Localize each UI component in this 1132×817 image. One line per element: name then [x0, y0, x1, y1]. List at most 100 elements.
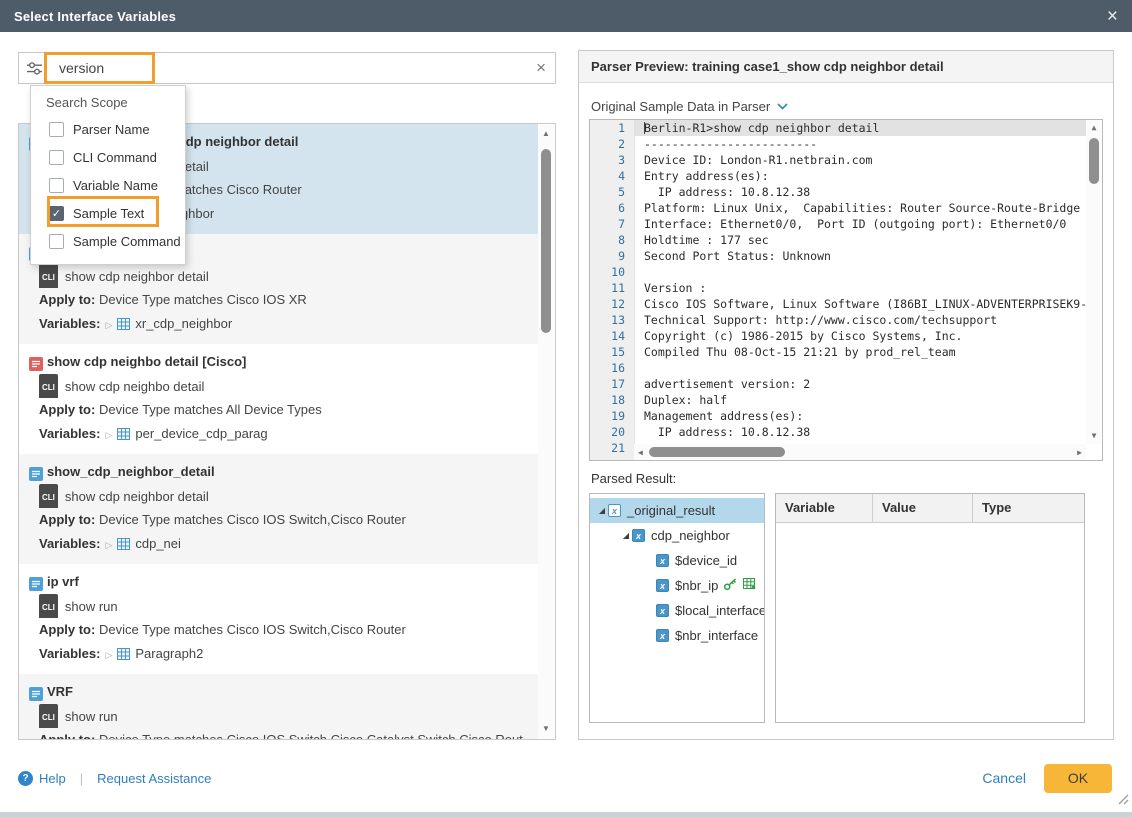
scroll-down-icon[interactable]: ▼: [538, 724, 554, 734]
code-hscroll-thumb[interactable]: [649, 447, 785, 457]
scroll-right-icon[interactable]: ▶: [1077, 448, 1082, 457]
cli-command: show run: [65, 709, 118, 724]
search-value: version: [59, 60, 104, 76]
code-text: Platform: Linux Unix, Capabilities: Rout…: [634, 200, 1102, 216]
tree-expanded-icon[interactable]: ◢: [620, 531, 632, 540]
tree-node-local-interface[interactable]: x $local_interface: [590, 598, 764, 623]
search-input[interactable]: version ×: [18, 52, 556, 84]
variable-table: VariableValueType: [775, 493, 1085, 723]
tree-node-original-result[interactable]: ◢x_original_result: [590, 498, 764, 523]
code-text: IP address: 10.8.12.38: [634, 184, 1102, 200]
tree-node-nbr-interface[interactable]: x $nbr_interface: [590, 623, 764, 648]
help-link[interactable]: Help: [39, 771, 66, 786]
line-number: 4: [590, 168, 634, 184]
line-number: 17: [590, 376, 634, 392]
scope-option-parser-name[interactable]: Parser Name: [31, 115, 185, 143]
code-line: 17advertisement version: 2: [590, 376, 1102, 392]
scroll-left-icon[interactable]: ◀: [638, 448, 643, 457]
request-assistance-link[interactable]: Request Assistance: [97, 771, 211, 786]
tree-node-nbr-ip[interactable]: x$nbr_ip: [590, 573, 764, 598]
scroll-up-icon[interactable]: ▲: [538, 129, 554, 139]
variable-icon: x: [656, 554, 669, 567]
apply-to-label: Apply to:: [39, 622, 95, 637]
column-header-variable: Variable: [776, 494, 873, 522]
help-icon[interactable]: ?: [18, 771, 33, 786]
cli-command: show cdp neighbor detail: [65, 269, 209, 284]
resize-grip-icon[interactable]: [1118, 792, 1129, 810]
list-scrollbar[interactable]: ▲ ▼: [538, 125, 554, 738]
scope-option-sample-command[interactable]: Sample Command: [31, 227, 185, 255]
dialog-title: Select Interface Variables: [14, 9, 176, 24]
line-number: 11: [590, 280, 634, 296]
scrollbar-corner: [1086, 444, 1102, 460]
checkbox-checked-icon[interactable]: ✓: [49, 206, 64, 221]
checkbox-icon[interactable]: [49, 178, 64, 193]
dialog-titlebar: Select Interface Variables ×: [0, 0, 1132, 32]
tree-expanded-icon[interactable]: ◢: [596, 506, 608, 515]
code-line: 2-------------------------: [590, 136, 1102, 152]
cli-command: show cdp neighbo detail: [65, 379, 205, 394]
code-line: 13Technical Support: http://www.cisco.co…: [590, 312, 1102, 328]
code-text: [634, 360, 1102, 376]
code-line: 4Entry address(es):: [590, 168, 1102, 184]
scroll-up-icon[interactable]: ▲: [1086, 123, 1102, 133]
tree-node-device-id[interactable]: x $device_id: [590, 548, 764, 573]
parser-item-vrf[interactable]: VRFCLIshow runApply to: Device Type matc…: [19, 674, 538, 740]
scroll-down-icon[interactable]: ▼: [1086, 431, 1102, 441]
variables-label: Variables:: [39, 646, 100, 661]
checkbox-icon[interactable]: [49, 122, 64, 137]
tree-node-label: $device_id: [675, 553, 737, 568]
expand-arrow-icon[interactable]: ▷: [105, 540, 112, 550]
filter-icon[interactable]: [26, 61, 43, 76]
sample-data-toggle[interactable]: Original Sample Data in Parser: [591, 99, 788, 114]
search-scope-title: Search Scope: [31, 86, 185, 115]
variable-icon: x: [656, 629, 669, 642]
code-line: 5 IP address: 10.8.12.38: [590, 184, 1102, 200]
clear-search-icon[interactable]: ×: [536, 58, 546, 78]
code-line: 18Duplex: half: [590, 392, 1102, 408]
expand-arrow-icon[interactable]: ▷: [105, 430, 112, 440]
code-vscroll-thumb[interactable]: [1089, 138, 1099, 184]
expand-arrow-icon[interactable]: ▷: [105, 320, 112, 330]
column-header-type: Type: [973, 494, 1084, 522]
code-line: 1Berlin-R1>show cdp neighbor detail: [590, 120, 1102, 136]
cancel-button[interactable]: Cancel: [982, 764, 1026, 793]
line-number: 1: [590, 120, 634, 136]
variables-label: Variables:: [39, 316, 100, 331]
scope-option-variable-name[interactable]: Variable Name: [31, 171, 185, 199]
code-text: Second Port Status: Unknown: [634, 248, 1102, 264]
list-scrollbar-thumb[interactable]: [541, 149, 551, 333]
tree-node-label: $nbr_interface: [675, 628, 758, 643]
line-number: 10: [590, 264, 634, 280]
variable-icon: x: [656, 604, 669, 617]
expand-arrow-icon[interactable]: ▷: [105, 650, 112, 660]
ok-button[interactable]: OK: [1044, 764, 1112, 793]
parser-item-show-cdp-neighbor-detail[interactable]: show_cdp_neighbor_detailCLIshow cdp neig…: [19, 454, 538, 564]
line-number: 5: [590, 184, 634, 200]
line-number: 14: [590, 328, 634, 344]
parser-item-ip-vrf[interactable]: ip vrfCLIshow runApply to: Device Type m…: [19, 564, 538, 674]
close-icon[interactable]: ×: [1107, 7, 1118, 26]
text-caret: [644, 122, 645, 134]
code-line: 9Second Port Status: Unknown: [590, 248, 1102, 264]
code-text: Management address(es):: [634, 408, 1102, 424]
apply-to-label: Apply to:: [39, 402, 95, 417]
code-text: Device ID: London-R1.netbrain.com: [634, 152, 1102, 168]
code-text: Technical Support: http://www.cisco.com/…: [634, 312, 1102, 328]
checkbox-icon[interactable]: [49, 234, 64, 249]
apply-to-label: Apply to:: [39, 732, 95, 740]
variables-label: Variables:: [39, 426, 100, 441]
tree-node-label: $local_interface: [675, 603, 765, 618]
tree-node-cdp-neighbor[interactable]: ◢xcdp_neighbor: [590, 523, 764, 548]
code-horizontal-scrollbar[interactable]: ◀ ▶: [634, 444, 1086, 460]
checkbox-icon[interactable]: [49, 150, 64, 165]
code-text: Berlin-R1>show cdp neighbor detail: [634, 120, 1102, 136]
scope-option-cli-command[interactable]: CLI Command: [31, 143, 185, 171]
footer-divider: |: [80, 771, 83, 786]
variable-icon: x: [608, 504, 621, 517]
parser-item-show-cdp-neighbo-detail-cisco[interactable]: show cdp neighbo detail [Cisco]CLIshow c…: [19, 344, 538, 454]
variable-icon: x: [656, 579, 669, 592]
code-line: 11Version :: [590, 280, 1102, 296]
scope-option-sample-text[interactable]: ✓Sample Text: [31, 199, 185, 227]
code-vertical-scrollbar[interactable]: ▲ ▼: [1086, 120, 1102, 444]
